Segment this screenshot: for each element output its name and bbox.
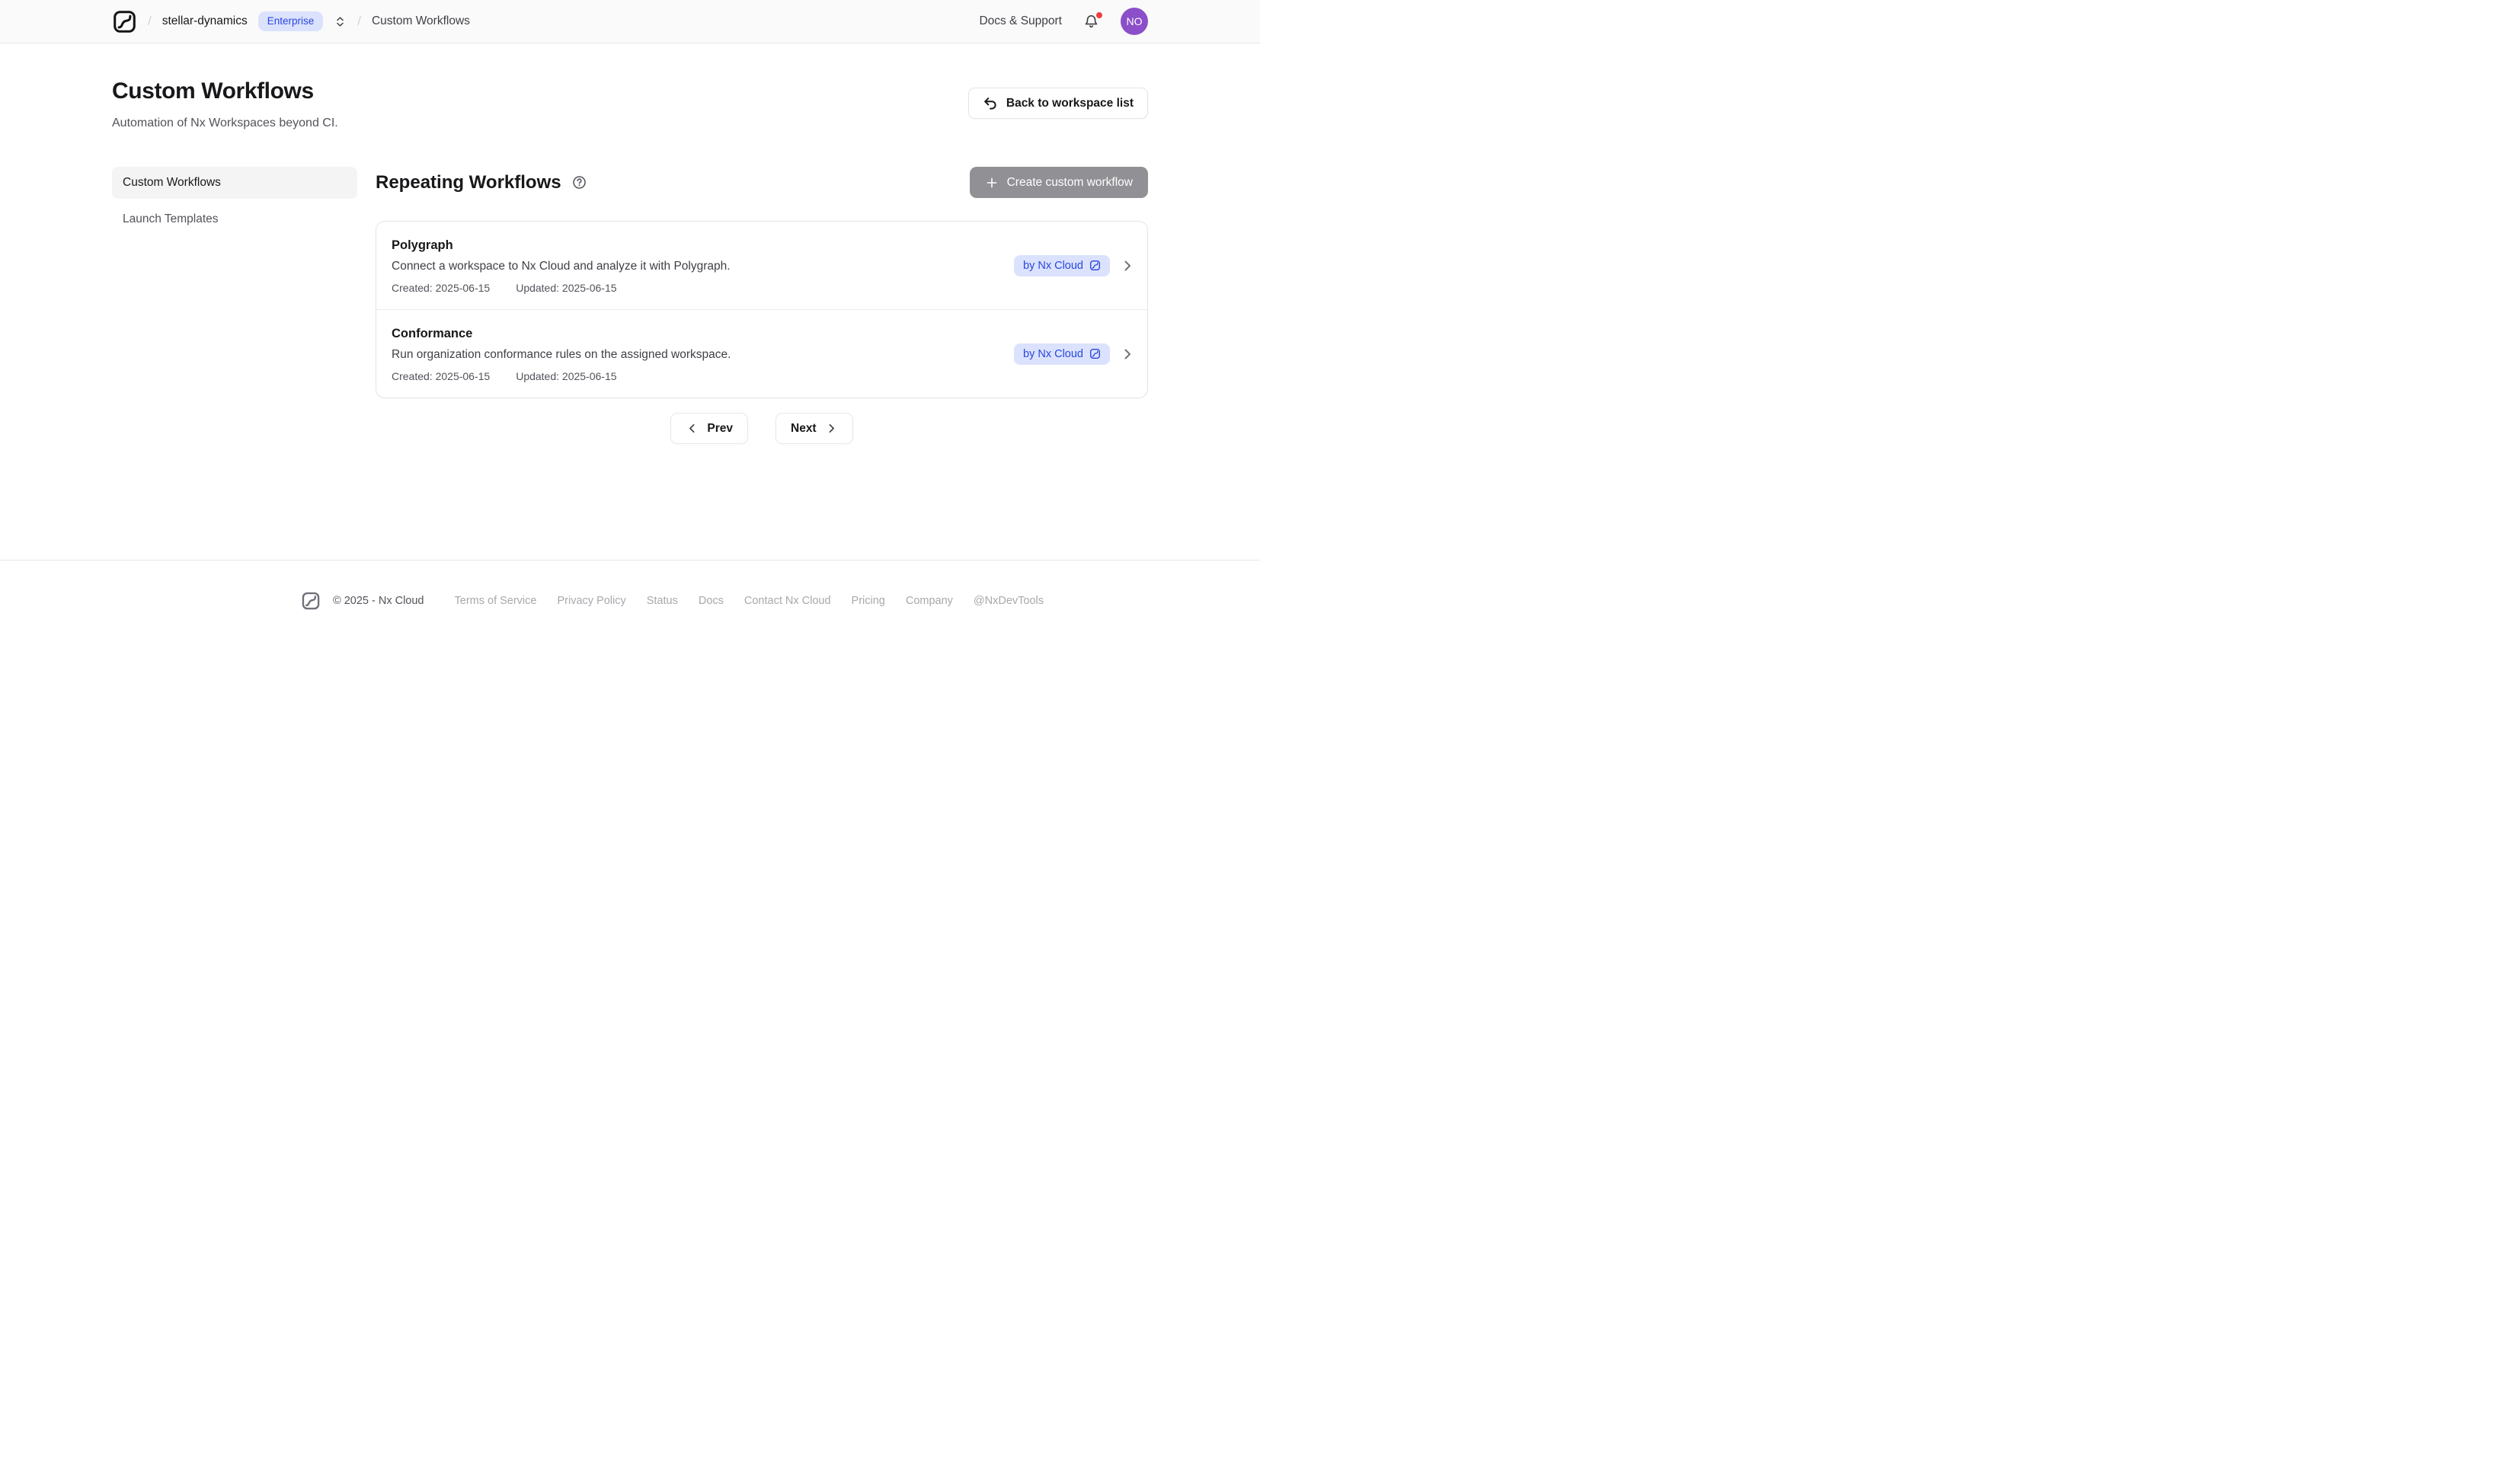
breadcrumb-separator: /: [357, 14, 361, 29]
footer-link-pricing[interactable]: Pricing: [852, 595, 885, 607]
topbar: / stellar-dynamics Enterprise / Custom W…: [0, 0, 1260, 43]
footer-link-terms[interactable]: Terms of Service: [455, 595, 537, 607]
workflow-name: Polygraph: [392, 237, 731, 254]
back-arrow-icon: [983, 96, 998, 111]
page: / stellar-dynamics Enterprise / Custom W…: [0, 0, 1260, 740]
section-title: Repeating Workflows: [376, 172, 561, 193]
workflow-row-conformance[interactable]: Conformance Run organization conformance…: [376, 309, 1147, 398]
plan-badge: Enterprise: [258, 11, 324, 31]
nx-logo-icon: [301, 591, 321, 611]
breadcrumb-separator: /: [148, 14, 152, 29]
workflow-name: Conformance: [392, 325, 731, 342]
workflow-description: Run organization conformance rules on th…: [392, 347, 731, 363]
plus-icon: [985, 176, 999, 190]
by-nx-cloud-badge[interactable]: by Nx Cloud: [1014, 255, 1110, 276]
workflow-list: Polygraph Connect a workspace to Nx Clou…: [376, 221, 1148, 398]
footer-link-status[interactable]: Status: [647, 595, 678, 607]
chevron-right-icon: [1120, 347, 1135, 362]
footer-link-contact[interactable]: Contact Nx Cloud: [744, 595, 831, 607]
workspace-switcher[interactable]: [334, 15, 347, 28]
prev-page-button[interactable]: Prev: [670, 413, 748, 444]
footer-link-company[interactable]: Company: [906, 595, 953, 607]
footer-link-privacy[interactable]: Privacy Policy: [557, 595, 625, 607]
breadcrumb-page[interactable]: Custom Workflows: [372, 14, 470, 28]
workflow-created: Created: 2025-06-15: [392, 282, 490, 294]
sidebar: Custom Workflows Launch Templates: [112, 167, 357, 444]
badge-label: by Nx Cloud: [1023, 348, 1083, 360]
next-page-button[interactable]: Next: [776, 413, 853, 444]
footer-links: Terms of Service Privacy Policy Status D…: [455, 595, 1044, 607]
nx-logo-icon: [1089, 260, 1101, 271]
docs-support-link[interactable]: Docs & Support: [979, 14, 1062, 28]
sidebar-item-launch-templates[interactable]: Launch Templates: [112, 203, 357, 235]
chevron-left-icon: [686, 422, 699, 435]
footer-link-nxdevtools[interactable]: @NxDevTools: [974, 595, 1044, 607]
create-button-label: Create custom workflow: [1007, 176, 1133, 190]
back-button-label: Back to workspace list: [1006, 97, 1134, 110]
workflow-updated: Updated: 2025-06-15: [516, 370, 616, 382]
breadcrumb: / stellar-dynamics Enterprise / Custom W…: [112, 9, 470, 34]
workflow-row-polygraph[interactable]: Polygraph Connect a workspace to Nx Clou…: [376, 222, 1147, 309]
page-title: Custom Workflows: [112, 78, 338, 104]
badge-label: by Nx Cloud: [1023, 260, 1083, 272]
footer-link-docs[interactable]: Docs: [699, 595, 724, 607]
by-nx-cloud-badge[interactable]: by Nx Cloud: [1014, 343, 1110, 365]
sidebar-item-custom-workflows[interactable]: Custom Workflows: [112, 167, 357, 199]
chevron-right-icon: [825, 422, 838, 435]
pagination: Prev Next: [376, 413, 1148, 444]
next-label: Next: [791, 422, 817, 436]
notifications-button[interactable]: [1083, 13, 1100, 30]
help-icon[interactable]: [572, 175, 587, 190]
create-custom-workflow-button[interactable]: Create custom workflow: [970, 167, 1148, 198]
nx-logo-icon: [1089, 348, 1101, 359]
notification-dot: [1095, 11, 1104, 20]
page-subtitle: Automation of Nx Workspaces beyond CI.: [112, 117, 338, 130]
nx-logo-icon[interactable]: [112, 9, 137, 34]
workflow-updated: Updated: 2025-06-15: [516, 282, 616, 294]
avatar[interactable]: NO: [1121, 8, 1148, 35]
topbar-actions: Docs & Support NO: [979, 8, 1148, 35]
workflow-created: Created: 2025-06-15: [392, 370, 490, 382]
main-panel: Repeating Workflows: [376, 167, 1148, 444]
page-header: Custom Workflows Automation of Nx Worksp…: [112, 43, 1148, 130]
breadcrumb-org[interactable]: stellar-dynamics: [162, 14, 248, 28]
workflow-description: Connect a workspace to Nx Cloud and anal…: [392, 259, 731, 274]
footer: © 2025 - Nx Cloud Terms of Service Priva…: [0, 560, 1260, 611]
chevron-right-icon: [1120, 258, 1135, 273]
copyright: © 2025 - Nx Cloud: [333, 595, 424, 607]
prev-label: Prev: [707, 422, 733, 436]
back-to-workspace-list-button[interactable]: Back to workspace list: [968, 88, 1148, 119]
